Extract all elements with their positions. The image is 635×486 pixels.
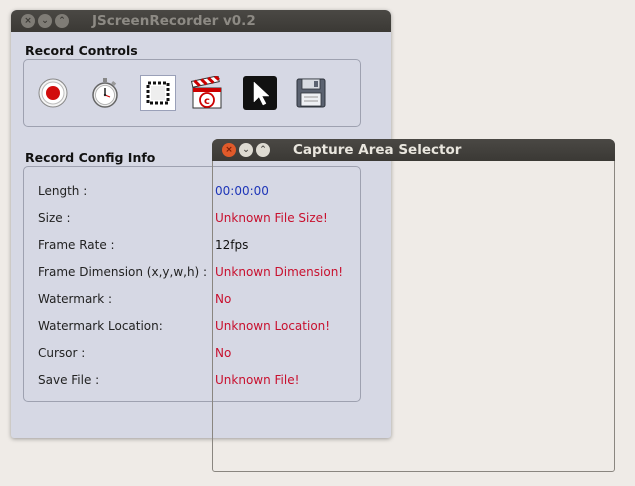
config-row-label: Frame Rate : [38,238,115,252]
config-row-label: Size : [38,211,71,225]
main-titlebar[interactable]: × ⌄ ⌃ JScreenRecorder v0.2 [11,10,391,32]
capture-area-selector-window[interactable]: × ⌄ ⌃ Capture Area Selector [212,139,615,472]
minimize-icon[interactable]: ⌄ [38,14,52,28]
cursor-button[interactable] [243,76,277,110]
record-controls-label: Record Controls [25,43,138,58]
save-button[interactable] [294,76,328,110]
save-floppy-icon [296,78,326,108]
svg-text:c: c [204,96,210,107]
maximize-icon[interactable]: ⌃ [55,14,69,28]
config-row-label: Save File : [38,373,100,387]
record-controls-group: c [23,59,361,127]
stopwatch-icon [92,78,118,108]
config-row-label: Cursor : [38,346,86,360]
close-icon[interactable]: × [222,143,236,157]
timer-button[interactable] [88,76,122,110]
cursor-icon [243,76,277,110]
close-icon[interactable]: × [21,14,35,28]
record-icon [38,78,68,108]
record-config-label: Record Config Info [25,150,156,165]
config-row-label: Watermark Location: [38,319,163,333]
record-button[interactable] [36,76,70,110]
watermark-clapper-icon: c [190,76,222,109]
config-row-label: Watermark : [38,292,113,306]
capture-titlebar[interactable]: × ⌄ ⌃ Capture Area Selector [212,139,615,161]
config-row-label: Length : [38,184,88,198]
config-row-label: Frame Dimension (x,y,w,h) : [38,265,208,279]
capture-area-button[interactable] [140,75,176,111]
capture-window-title: Capture Area Selector [293,142,462,158]
capture-area-icon [146,81,170,105]
watermark-button[interactable]: c [190,76,224,110]
maximize-icon[interactable]: ⌃ [256,143,270,157]
main-window-title: JScreenRecorder v0.2 [92,13,256,29]
minimize-icon[interactable]: ⌄ [239,143,253,157]
